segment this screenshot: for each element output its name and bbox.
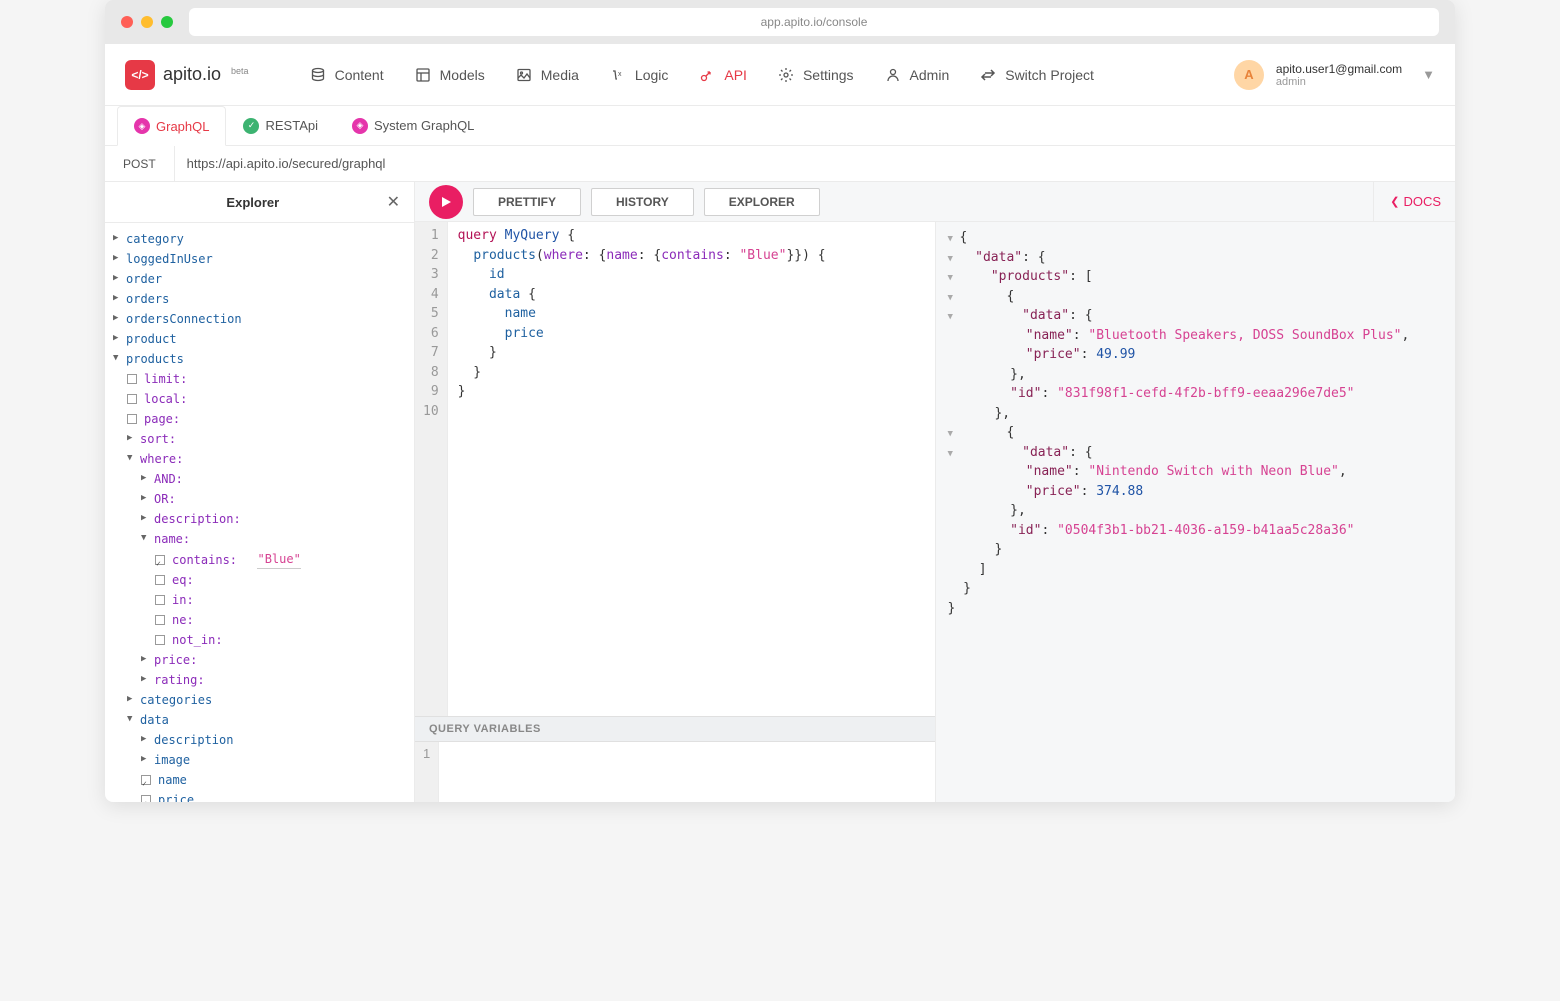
tree-item[interactable]: price xyxy=(113,790,406,802)
result-panel: ▼{ ▼ "data": { ▼ "products": [ ▼ { ▼ "da… xyxy=(936,222,1456,802)
line-gutter: 1 xyxy=(415,742,439,802)
tree-op[interactable]: eq: xyxy=(113,570,406,590)
graphql-icon: ◈ xyxy=(134,118,150,134)
tree-where[interactable]: ▼where: xyxy=(113,449,406,469)
window-close-icon[interactable] xyxy=(121,16,133,28)
tree-item[interactable]: ▶loggedInUser xyxy=(113,249,406,269)
nav-switch-project[interactable]: Switch Project xyxy=(979,66,1094,84)
window-minimize-icon[interactable] xyxy=(141,16,153,28)
logic-icon: x xyxy=(609,66,627,84)
user-icon xyxy=(884,66,902,84)
close-icon[interactable]: ✕ xyxy=(387,192,400,212)
models-icon xyxy=(414,66,432,84)
tree-item[interactable]: ▶categories xyxy=(113,690,406,710)
tab-system-graphql[interactable]: ◈System GraphQL xyxy=(335,106,491,145)
history-button[interactable]: HISTORY xyxy=(591,188,694,216)
svg-text:x: x xyxy=(618,71,622,78)
user-email: apito.user1@gmail.com xyxy=(1276,62,1402,76)
browser-url[interactable]: app.apito.io/console xyxy=(189,8,1439,36)
explorer-tree[interactable]: ▶category ▶loggedInUser ▶order ▶orders ▶… xyxy=(105,223,414,802)
user-role: admin xyxy=(1276,76,1402,88)
nav-logic[interactable]: xLogic xyxy=(609,66,668,84)
database-icon xyxy=(309,66,327,84)
tree-item[interactable]: ▶image xyxy=(113,750,406,770)
tab-graphql[interactable]: ◈GraphQL xyxy=(117,106,226,146)
nav-api[interactable]: API xyxy=(698,66,747,84)
avatar: A xyxy=(1234,60,1264,90)
code-body[interactable]: query MyQuery { products(where: {name: {… xyxy=(448,222,935,716)
nav-settings[interactable]: Settings xyxy=(777,66,854,84)
tree-op[interactable]: ne: xyxy=(113,610,406,630)
tree-param[interactable]: page: xyxy=(113,409,406,429)
rest-icon: ✓ xyxy=(243,118,259,134)
tab-restapi[interactable]: ✓RESTApi xyxy=(226,106,335,145)
top-nav: </> apito.io beta Content Models Media x… xyxy=(105,44,1455,106)
nav-admin[interactable]: Admin xyxy=(884,66,950,84)
window-maximize-icon[interactable] xyxy=(161,16,173,28)
query-editor[interactable]: 12345678910 query MyQuery { products(whe… xyxy=(415,222,936,802)
tree-contains[interactable]: contains: "Blue" xyxy=(113,549,406,570)
tree-item[interactable]: ▶orders xyxy=(113,289,406,309)
chevron-down-icon: ▼ xyxy=(1422,67,1435,82)
http-method[interactable]: POST xyxy=(105,146,175,181)
tree-op[interactable]: in: xyxy=(113,590,406,610)
run-button[interactable] xyxy=(429,185,463,219)
line-gutter: 12345678910 xyxy=(415,222,448,716)
browser-titlebar: app.apito.io/console xyxy=(105,0,1455,44)
media-icon xyxy=(515,66,533,84)
switch-icon xyxy=(979,66,997,84)
browser-window: app.apito.io/console </> apito.io beta C… xyxy=(105,0,1455,802)
logo[interactable]: </> apito.io beta xyxy=(125,60,249,90)
tree-param[interactable]: local: xyxy=(113,389,406,409)
beta-badge: beta xyxy=(231,66,249,76)
logo-text: apito.io xyxy=(163,64,221,85)
variables-body[interactable] xyxy=(439,742,934,802)
api-icon xyxy=(698,66,716,84)
result-body[interactable]: ▼{ ▼ "data": { ▼ "products": [ ▼ { ▼ "da… xyxy=(936,222,1456,624)
nav-media[interactable]: Media xyxy=(515,66,579,84)
tree-item[interactable]: ▶price: xyxy=(113,650,406,670)
graphql-icon: ◈ xyxy=(352,118,368,134)
explorer-panel: Explorer ✕ ▶category ▶loggedInUser ▶orde… xyxy=(105,182,415,802)
tree-item[interactable]: ▶order xyxy=(113,269,406,289)
tree-param[interactable]: limit: xyxy=(113,369,406,389)
tree-data[interactable]: ▼data xyxy=(113,710,406,730)
docs-link[interactable]: ❮DOCS xyxy=(1373,182,1441,221)
query-toolbar: PRETTIFY HISTORY EXPLORER ❮DOCS xyxy=(415,182,1455,222)
tree-op[interactable]: not_in: xyxy=(113,630,406,650)
prettify-button[interactable]: PRETTIFY xyxy=(473,188,581,216)
api-url[interactable]: https://api.apito.io/secured/graphql xyxy=(175,156,398,171)
tree-item[interactable]: ▶AND: xyxy=(113,469,406,489)
logo-icon: </> xyxy=(125,60,155,90)
sub-tabs: ◈GraphQL ✓RESTApi ◈System GraphQL xyxy=(105,106,1455,146)
tree-item[interactable]: ▶ordersConnection xyxy=(113,309,406,329)
tree-name[interactable]: ▼name: xyxy=(113,529,406,549)
tree-item-products[interactable]: ▼products xyxy=(113,349,406,369)
tree-item[interactable]: ▶rating: xyxy=(113,670,406,690)
explorer-button[interactable]: EXPLORER xyxy=(704,188,820,216)
tree-param[interactable]: ▶sort: xyxy=(113,429,406,449)
tree-item[interactable]: ▶category xyxy=(113,229,406,249)
tree-item[interactable]: ▶description: xyxy=(113,509,406,529)
variables-header[interactable]: QUERY VARIABLES xyxy=(415,716,935,742)
tree-item[interactable]: ▶description xyxy=(113,730,406,750)
nav-models[interactable]: Models xyxy=(414,66,485,84)
query-panel: PRETTIFY HISTORY EXPLORER ❮DOCS 12345678… xyxy=(415,182,1455,802)
tree-item[interactable]: name xyxy=(113,770,406,790)
nav-content[interactable]: Content xyxy=(309,66,384,84)
api-bar: POST https://api.apito.io/secured/graphq… xyxy=(105,146,1455,182)
tree-item[interactable]: ▶OR: xyxy=(113,489,406,509)
user-menu[interactable]: A apito.user1@gmail.com admin ▼ xyxy=(1234,60,1435,90)
tree-item[interactable]: ▶product xyxy=(113,329,406,349)
explorer-title: Explorer xyxy=(119,195,387,210)
gear-icon xyxy=(777,66,795,84)
